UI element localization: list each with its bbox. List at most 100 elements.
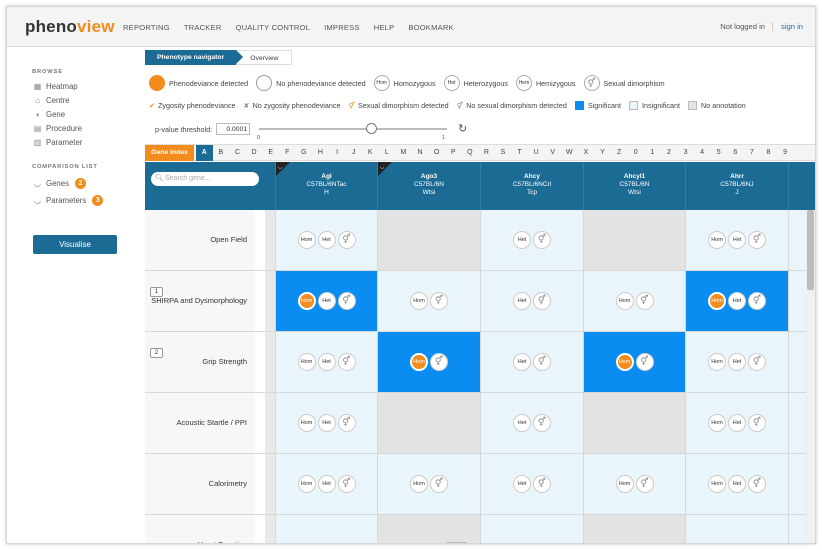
index-letter-s[interactable]: S [495,145,512,161]
index-letter-y[interactable]: Y [594,145,611,161]
het-pill[interactable]: Het [317,231,336,249]
hom-pill[interactable]: Hom [615,292,634,310]
row-label[interactable]: Grip Strength [145,332,255,392]
index-letter-f[interactable]: F [279,145,296,161]
grid-cell[interactable] [275,515,377,543]
horizontal-scroll-thumb[interactable] [447,542,467,543]
column-header-ahcy[interactable]: Ahcy C57BL/6NCrl Tcp [480,162,583,210]
index-letter-3[interactable]: 3 [677,145,694,161]
sexual-dimorphism-icon[interactable]: ⚥ [430,353,448,371]
index-letter-k[interactable]: K [362,145,379,161]
sexual-dimorphism-icon[interactable]: ⚥ [635,292,654,310]
nav-item-bookmark[interactable]: BOOKMARK [408,23,453,32]
row-label[interactable]: Calorimetry [145,454,255,514]
row-label[interactable]: Open Field [145,210,255,270]
index-letter-e[interactable]: E [262,145,279,161]
het-pill[interactable]: Het [513,231,531,249]
sexual-dimorphism-icon[interactable]: ⚥ [533,475,551,493]
het-pill[interactable]: Het [513,292,531,310]
sexual-dimorphism-icon[interactable]: ⚥ [748,414,766,432]
sidebar-item-centre[interactable]: ⌂ Centre [33,96,69,105]
grid-cell[interactable]: Hom Het ⚥ [685,454,788,514]
grid-cell[interactable] [377,210,480,270]
nav-item-tracker[interactable]: TRACKER [184,23,222,32]
index-letter-z[interactable]: Z [611,145,628,161]
hom-pill[interactable]: Hom [708,353,726,371]
breadcrumb-current[interactable]: Phenotype navigator [145,50,244,65]
hom-pill[interactable]: Hom [410,475,428,493]
sexual-dimorphism-icon[interactable]: ⚥ [635,353,654,371]
index-letter-g[interactable]: G [296,145,313,161]
pvalue-slider[interactable] [259,123,447,134]
grid-cell[interactable]: Hom ⚥ [377,332,480,392]
index-letter-l[interactable]: L [379,145,396,161]
vertical-scroll-thumb[interactable] [807,210,814,290]
sexual-dimorphism-icon[interactable]: ⚥ [533,231,551,249]
search-input[interactable]: 🔍︎ Search gene... [151,172,259,186]
sexual-dimorphism-icon[interactable]: ⚥ [337,414,356,432]
index-letter-j[interactable]: J [345,145,362,161]
sidebar-item-procedure[interactable]: ▤ Procedure [33,124,82,133]
grid-cell[interactable] [583,210,685,270]
index-letter-7[interactable]: 7 [744,145,761,161]
index-letter-q[interactable]: Q [462,145,479,161]
het-pill[interactable]: Het [728,231,746,249]
sexual-dimorphism-icon[interactable]: ⚥ [337,475,356,493]
column-header-ahrr[interactable]: Ahrr C57BL/6NJ J [685,162,788,210]
hom-pill[interactable]: Hom [410,292,428,310]
grid-cell[interactable]: Hom Het ⚥ [275,332,377,392]
index-letter-m[interactable]: M [395,145,412,161]
grid-cell[interactable] [583,393,685,453]
index-letter-v[interactable]: V [544,145,561,161]
grid-cell[interactable]: Hom ⚥ [583,332,685,392]
sexual-dimorphism-icon[interactable]: ⚥ [533,353,551,371]
sexual-dimorphism-icon[interactable]: ⚥ [748,292,766,310]
index-letter-x[interactable]: X [578,145,595,161]
sidebar-item-gene[interactable]: ◖ Gene [33,110,65,119]
vertical-scrollbar[interactable] [806,210,815,543]
sexual-dimorphism-icon[interactable]: ⚥ [337,292,356,310]
het-pill[interactable]: Het [317,475,336,493]
nav-item-impress[interactable]: IMPRESS [324,23,360,32]
sidebar-item-heatmap[interactable]: ▦ Heatmap [33,82,78,91]
grid-cell[interactable]: Hom Het ⚥ [275,393,377,453]
row-label[interactable]: Heart Function [145,515,255,543]
sexual-dimorphism-icon[interactable]: ⚥ [533,414,551,432]
index-letter-p[interactable]: P [445,145,462,161]
sexual-dimorphism-icon[interactable]: ⚥ [748,231,766,249]
sidebar-item-parameter[interactable]: ▥ Parameter [33,138,83,147]
het-pill[interactable]: Het [317,353,336,371]
grid-cell[interactable]: Hom ⚥ [583,454,685,514]
index-letter-6[interactable]: 6 [727,145,744,161]
index-letter-0[interactable]: 0 [627,145,644,161]
column-header-ahcyl1[interactable]: Ahcyl1 C57BL/6N Wtsi [583,162,685,210]
column-header-ago3[interactable]: ◡ Ago3 C57BL/6N Wtsi [377,162,480,210]
refresh-icon[interactable]: ↻ [458,122,467,135]
het-pill[interactable]: Het [513,414,531,432]
grid-cell[interactable]: Hom Het ⚥ [685,332,788,392]
grid-cell[interactable]: Het ⚥ [480,332,583,392]
index-letter-u[interactable]: U [528,145,545,161]
horizontal-scrollbar[interactable] [265,542,805,543]
grid-cell[interactable]: Het ⚥ [480,393,583,453]
hom-pill[interactable]: Hom [410,353,428,371]
grid-cell[interactable] [480,515,583,543]
hom-pill[interactable]: Hom [615,353,634,371]
grid-cell[interactable]: Hom Het ⚥ [685,271,788,331]
hom-pill[interactable]: Hom [615,475,634,493]
grid-cell[interactable] [583,515,685,543]
column-header-agl[interactable]: ◡ Agl C57BL/6NTac H [275,162,377,210]
index-letter-o[interactable]: O [428,145,445,161]
sexual-dimorphism-icon[interactable]: ⚥ [430,475,448,493]
hom-pill[interactable]: Hom [297,292,316,310]
index-letter-r[interactable]: R [478,145,495,161]
sexual-dimorphism-icon[interactable]: ⚥ [533,292,551,310]
nav-item-reporting[interactable]: REPORTING [123,23,170,32]
breadcrumb-overview[interactable]: Overview [236,50,292,65]
grid-cell[interactable]: Het ⚥ [480,271,583,331]
hom-pill[interactable]: Hom [708,231,726,249]
nav-item-quality-control[interactable]: QUALITY CONTROL [236,23,311,32]
row-label[interactable]: Acoustic Startle / PPI [145,393,255,453]
slider-thumb[interactable] [366,123,377,134]
hom-pill[interactable]: Hom [297,414,316,432]
